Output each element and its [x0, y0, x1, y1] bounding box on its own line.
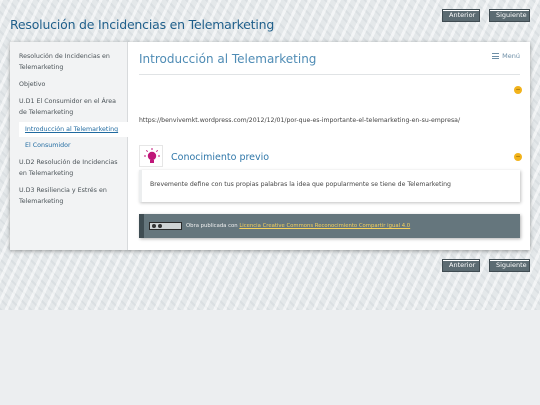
sidebar-item-ud3[interactable]: U.D3 Resiliencia y Estrés en Telemarketi… — [19, 186, 125, 207]
license-prefix: Obra publicada con — [186, 223, 238, 229]
sidebar-item-ud2[interactable]: U.D2 Resolución de Incidencias en Telema… — [19, 158, 125, 179]
menu-label: Menú — [502, 52, 520, 60]
prev-button-bottom[interactable]: Anterior — [442, 259, 480, 272]
sidebar-item-objetivo[interactable]: Objetivo — [19, 80, 125, 91]
heading-divider — [139, 74, 520, 75]
knowledge-box-title: Conocimiento previo — [171, 152, 270, 163]
license-bar: Obra publicada con Licencia Creative Com… — [139, 214, 520, 238]
next-button-bottom[interactable]: Siguiente — [489, 259, 530, 272]
next-button-top[interactable]: Siguiente — [489, 9, 530, 22]
content-panel: Resolución de Incidencias en Telemarketi… — [10, 42, 530, 250]
license-link[interactable]: Licencia Creative Commons Reconocimiento… — [239, 223, 410, 229]
sidebar-item-introduccion-label[interactable]: Introducción al Telemarketing — [25, 126, 118, 133]
sidebar-item-home[interactable]: Resolución de Incidencias en Telemarketi… — [19, 52, 125, 73]
sidebar: Resolución de Incidencias en Telemarketi… — [10, 42, 128, 250]
knowledge-box: Conocimiento previo − Brevemente define … — [139, 145, 522, 202]
site-title: Resolución de Incidencias en Telemarketi… — [10, 17, 275, 32]
knowledge-box-body: Brevemente define con tus propias palabr… — [139, 170, 520, 202]
box-collapse-icon[interactable]: − — [514, 153, 522, 161]
cc-license-icon[interactable] — [149, 221, 182, 230]
sidebar-item-ud1[interactable]: U.D1 El Consumidor en el Área de Telemar… — [19, 97, 125, 118]
sidebar-item-consumidor[interactable]: El Consumidor — [25, 141, 131, 152]
main-content: Introducción al Telemarketing Menú − htt… — [139, 42, 522, 250]
reference-url[interactable]: https://benvivemkt.wordpress.com/2012/12… — [139, 117, 460, 124]
menu-button[interactable]: Menú — [492, 52, 520, 60]
prev-button-top[interactable]: Anterior — [442, 9, 480, 22]
footer-background — [0, 310, 540, 405]
menu-icon — [492, 52, 500, 60]
collapse-toggle-icon[interactable]: − — [514, 86, 522, 94]
lightbulb-icon — [139, 145, 163, 167]
knowledge-box-header: Conocimiento previo − — [139, 145, 522, 167]
sidebar-item-introduccion[interactable]: Introducción al Telemarketing — [19, 122, 128, 137]
page-title: Introducción al Telemarketing — [139, 52, 317, 66]
